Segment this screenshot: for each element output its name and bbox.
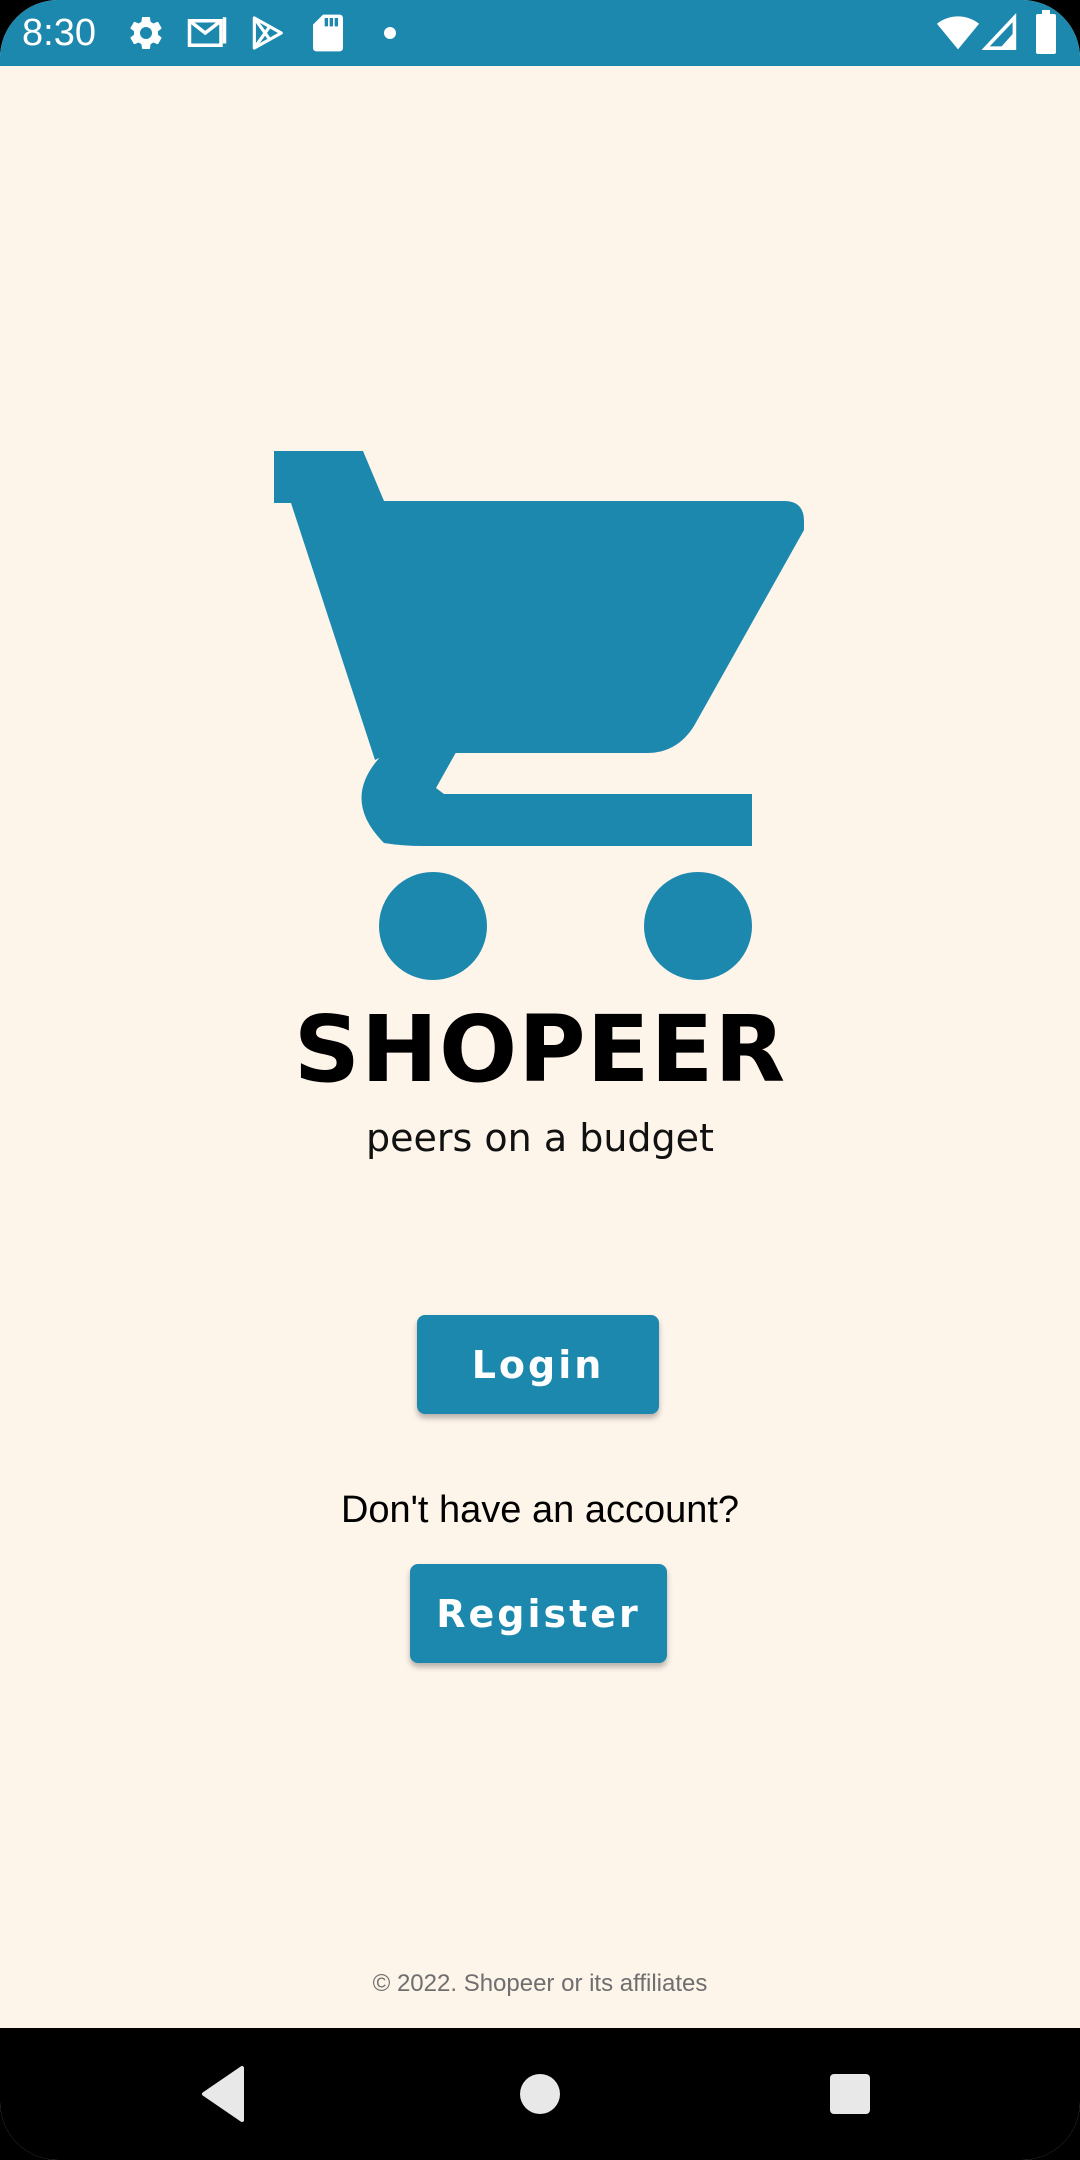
register-prompt: Don't have an account?	[340, 1489, 740, 1531]
home-icon[interactable]	[518, 2072, 562, 2116]
navigation-bar	[0, 2028, 1080, 2160]
wifi-icon	[936, 13, 980, 53]
brand-tagline: peers on a budget	[366, 1116, 714, 1160]
status-time: 8:30	[22, 12, 96, 54]
copyright-text: © 2022. Shopeer or its affiliates	[372, 1970, 708, 1997]
gear-icon	[126, 13, 166, 53]
cellular-signal-icon	[982, 13, 1018, 53]
status-bar: 8:30	[0, 0, 1080, 66]
login-button[interactable]: Login	[417, 1315, 659, 1414]
recents-icon[interactable]	[829, 2073, 871, 2115]
shopping-cart-icon	[274, 448, 808, 982]
back-icon[interactable]	[200, 2062, 246, 2126]
battery-icon	[1034, 10, 1058, 54]
sd-card-icon	[312, 13, 344, 53]
play-store-icon	[248, 13, 286, 53]
register-button[interactable]: Register	[410, 1564, 667, 1663]
screen: 8:30 SHOPEER peers on a budget Login Don…	[0, 0, 1080, 2160]
gmail-icon	[186, 13, 228, 53]
register-button-label: Register	[436, 1591, 641, 1636]
notification-dot-icon	[383, 26, 397, 66]
brand-title: SHOPEER	[293, 996, 787, 1103]
login-button-label: Login	[471, 1342, 605, 1387]
